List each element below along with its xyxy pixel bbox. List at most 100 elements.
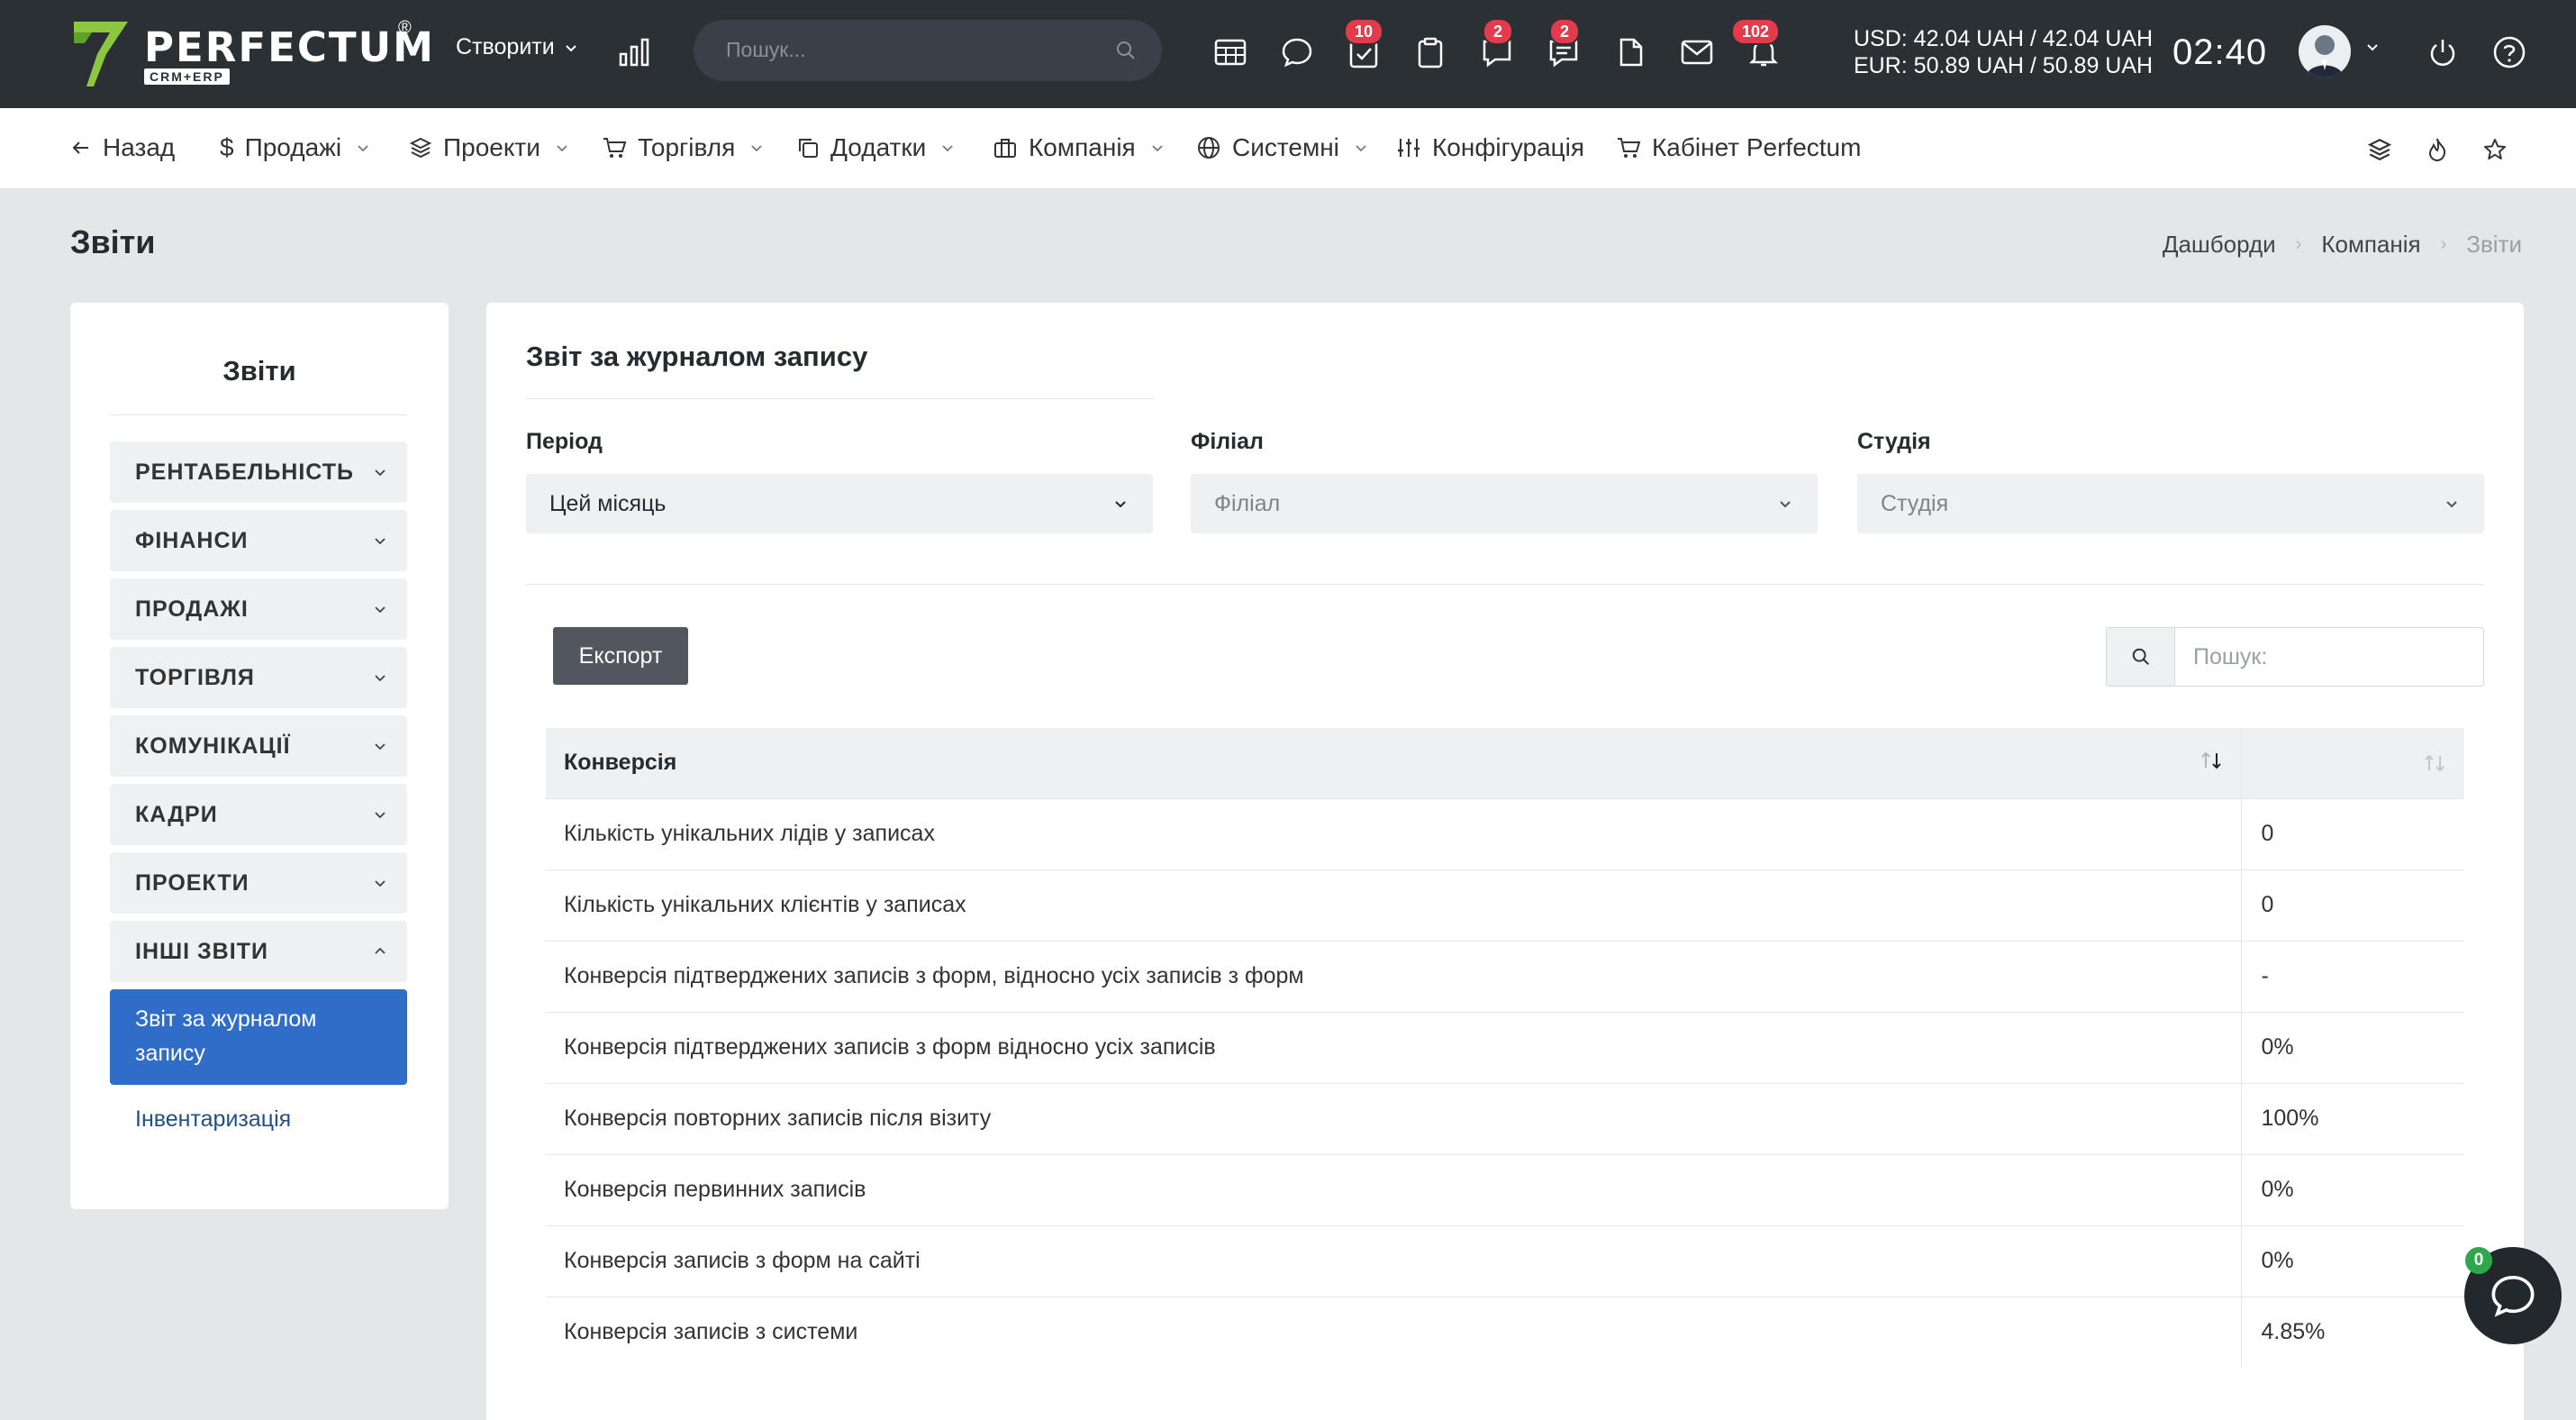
sidebar-item-profitability[interactable]: РЕНТАБЕЛЬНІСТЬ [110,441,407,503]
tasks-icon[interactable]: 10 [1344,18,1384,72]
cart-icon [1618,138,1641,158]
calendar-grid-icon[interactable] [1211,32,1250,72]
column-header-label: Конверсія [564,750,677,776]
table-header-row: Конверсія [546,728,2464,799]
nav-back[interactable]: Назад [70,133,175,162]
chat-bubble-icon[interactable] [1277,32,1317,72]
period-value: Цей місяць [549,490,667,516]
column-header-value[interactable] [2240,728,2464,799]
comments-icon[interactable]: 2 [1544,18,1583,72]
messages-badge: 2 [1483,18,1514,45]
comments-badge: 2 [1549,18,1581,45]
table-row: Конверсія первинних записів 0% [546,1154,2464,1226]
sidebar-item-label: КОМУНІКАЦІЇ [135,733,291,759]
create-menu[interactable]: Створити [456,34,578,60]
currency-usd: USD: 42.04 UAH / 42.04 UAH [1854,26,2154,51]
sidebar-item-label: КАДРИ [135,801,218,827]
chevron-down-icon [1356,145,1366,152]
search-icon [2107,628,2175,686]
perfectum-logo[interactable]: PERFECTUM ® CRM+ERP [70,18,433,92]
mail-icon[interactable] [1677,32,1717,72]
breadcrumb-current: Звіти [2466,231,2522,258]
sidebar-item-communications[interactable]: КОМУНІКАЦІЇ [110,715,407,777]
sidebar-item-sales[interactable]: ПРОДАЖІ [110,578,407,640]
sidebar-item-label: ФІНАНСИ [135,527,249,553]
row-label: Кількість унікальних клієнтів у записах [546,869,2241,942]
chevron-down-icon[interactable] [2365,40,2380,54]
stats-icon[interactable] [615,32,655,72]
table-row: Конверсія підтверджених записів з форм, … [546,941,2464,1013]
sidebar-item-label: ТОРГІВЛЯ [135,664,255,690]
tasks-badge: 10 [1344,18,1384,45]
divider [526,398,1155,399]
studio-select[interactable]: Студія [1857,474,2484,533]
create-label: Створити [456,34,555,59]
table-search[interactable] [2106,627,2484,687]
sidebar-subitem-inventory[interactable]: Інвентаризація [135,1106,291,1133]
nav-sales[interactable]: $ Продажі [220,133,370,162]
help-icon[interactable] [2490,32,2529,72]
clipboard-icon[interactable] [1410,32,1450,72]
branch-placeholder: Філіал [1214,490,1281,516]
sidebar-item-trade[interactable]: ТОРГІВЛЯ [110,647,407,708]
brand-name: PERFECTUM [144,23,435,71]
global-search[interactable] [694,20,1162,81]
studio-placeholder: Студія [1881,490,1949,516]
row-label: Конверсія первинних записів [546,1154,2241,1226]
branch-select[interactable]: Філіал [1191,474,1818,533]
sidebar-item-hr[interactable]: КАДРИ [110,784,407,845]
chevron-down-icon [565,44,576,51]
branch-label: Філіал [1191,429,1264,454]
period-select[interactable]: Цей місяць [526,474,1153,533]
chevron-down-icon [375,469,385,477]
breadcrumb: Дашборди › Компанія › Звіти [2163,231,2522,259]
nav-cabinet[interactable]: Кабінет Perfectum [1616,133,1861,162]
period-label: Період [526,429,603,454]
global-search-input[interactable] [726,38,1086,62]
column-header-conversion[interactable]: Конверсія [546,728,2241,799]
row-label: Конверсія записів з форм на сайті [546,1225,2241,1297]
copy-icon [799,139,818,158]
row-value: 0% [2240,1012,2464,1084]
table-search-input[interactable] [2193,644,2463,670]
nav-addons[interactable]: Додатки [796,133,955,162]
chevron-down-icon [942,145,953,152]
messages-icon[interactable]: 2 [1477,18,1517,72]
fire-icon[interactable] [2419,132,2455,168]
nav-trade[interactable]: Торгівля [602,133,764,162]
nav-cabinet-label: Кабінет Perfectum [1652,133,1862,161]
sidebar-subitem-active[interactable]: Звіт за журналом запису [110,989,407,1085]
breadcrumb-dashboards[interactable]: Дашборди [2163,231,2276,259]
chevron-down-icon [375,880,385,888]
sidebar-item-finance[interactable]: ФІНАНСИ [110,510,407,571]
layers-icon[interactable] [2362,132,2398,168]
breadcrumb-company[interactable]: Компанія [2321,231,2420,259]
export-button[interactable]: Експорт [553,627,688,685]
chevron-down-icon [1115,501,1126,508]
sidebar-item-other-reports[interactable]: ІНШІ ЗВІТИ [110,921,407,982]
row-value: - [2240,941,2464,1013]
chevron-up-icon [375,947,385,954]
document-icon[interactable] [1610,32,1650,72]
power-icon[interactable] [2423,32,2463,72]
report-title: Звіт за журналом запису [526,341,868,372]
globe-icon [1198,137,1220,159]
cart-icon [603,138,627,158]
table-row: Кількість унікальних лідів у записах 0 [546,798,2464,870]
chat-badge: 0 [2465,1247,2492,1274]
nav-system[interactable]: Системні [1196,133,1368,162]
table-row: Кількість унікальних клієнтів у записах … [546,869,2464,942]
nav-company[interactable]: Компанія [993,133,1165,162]
table-row: Конверсія підтверджених записів з форм в… [546,1012,2464,1084]
sidebar-item-projects[interactable]: ПРОЕКТИ [110,852,407,914]
avatar[interactable] [2299,25,2351,77]
bell-icon[interactable]: 102 [1731,18,1783,72]
row-value: 0 [2240,798,2464,870]
arrow-left-icon [72,141,88,154]
nav-projects[interactable]: Проекти [409,133,569,162]
star-icon[interactable] [2477,132,2513,168]
sidebar-item-label: ІНШІ ЗВІТИ [135,938,268,964]
nav-config[interactable]: Конфігурація [1396,133,1584,162]
currency-eur: EUR: 50.89 UAH / 50.89 UAH [1854,53,2154,78]
chevron-down-icon [1780,501,1791,508]
